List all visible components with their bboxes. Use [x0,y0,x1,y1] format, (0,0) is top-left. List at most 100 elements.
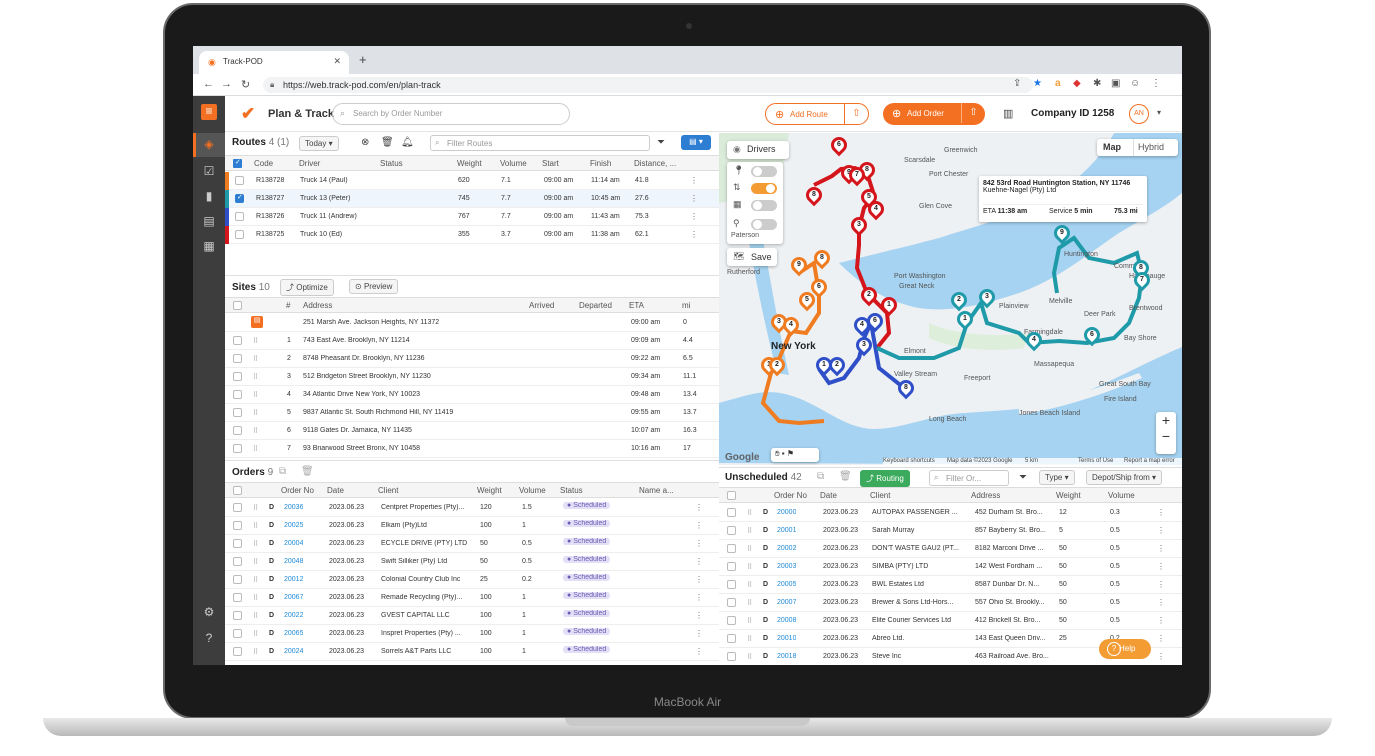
splitter[interactable] [225,460,719,461]
routing-button[interactable]: ⤴ Routing [860,470,910,487]
order-checkbox[interactable] [727,526,736,535]
zoom-in-button[interactable]: + [1156,412,1176,428]
more-options-icon[interactable]: ⋮ [690,230,698,239]
order-number-link[interactable]: 20003 [777,563,796,570]
more-options-icon[interactable]: ⋮ [1157,508,1165,517]
order-checkbox[interactable] [233,575,242,584]
drag-handle-icon[interactable]: ⠿ [747,635,752,643]
table-row[interactable]: ⠿ D 20005 2023.06.23 BWL Estates Ltd 8587 Dun… [719,576,1182,594]
order-checkbox[interactable] [233,521,242,530]
site-checkbox[interactable] [233,372,242,381]
drag-handle-icon[interactable]: ⠿ [747,545,752,553]
more-options-icon[interactable]: ⋮ [1157,598,1165,607]
delete-trash-icon[interactable]: 🗑︎ [301,466,314,477]
delete-trash-icon[interactable]: 🗑︎ [839,471,852,482]
table-row[interactable]: ⠿ D 20001 2023.06.23 Sarah Murray 857 Bayberr… [719,522,1182,540]
order-number-link[interactable]: 20007 [777,599,796,606]
share-icon[interactable]: ⇪ [1013,78,1021,89]
order-checkbox[interactable] [727,562,736,571]
delete-trash-icon[interactable]: 🗑︎ [381,137,394,148]
toggle-routes[interactable] [751,183,777,194]
site-checkbox[interactable] [233,390,242,399]
profile-icon[interactable]: ☺ [1130,78,1140,89]
columns-icon[interactable]: ▥ [1003,107,1013,120]
more-options-icon[interactable]: ⋮ [1157,526,1165,535]
toggle-locations[interactable] [751,219,777,230]
route-checkbox[interactable] [235,193,244,203]
zoom-out-button[interactable]: − [1156,428,1176,444]
order-number-link[interactable]: 20067 [284,594,303,601]
order-number-link[interactable]: 20065 [284,630,303,637]
table-row[interactable]: ⠿ D 20012 2023.06.23 Colonial Country Club I… [225,571,719,589]
export-button[interactable]: ▤ ▾ [681,135,711,150]
more-options-icon[interactable]: ⋮ [695,611,703,620]
bookmark-star-icon[interactable]: ★ [1033,78,1042,89]
reload-icon[interactable]: ↻ [241,78,250,91]
table-row[interactable]: ⠿ D 20067 2023.06.23 Remade Recycling (Pty).… [225,589,719,607]
keyboard-shortcuts-link[interactable]: Keyboard shortcuts [883,458,935,464]
order-number-link[interactable]: 20012 [284,576,303,583]
table-row[interactable]: ⠿ 4 34 Atlantic Drive New York, NY 10023 09… [225,386,719,404]
drag-handle-icon[interactable]: ⠿ [253,355,258,363]
chevron-down-icon[interactable]: ▾ [1157,108,1161,117]
reports-chart-icon[interactable]: ▮ [201,189,217,205]
route-checkbox[interactable] [235,176,244,185]
filter-routes-input[interactable]: ⌕ Filter Routes [430,135,650,151]
order-number-link[interactable]: 20004 [284,540,303,547]
table-row[interactable]: ⠿ D 20025 2023.06.23 Elkam (Pty)Ltd 100 1 ● Sch… [225,517,719,535]
order-checkbox[interactable] [233,647,242,656]
select-all-checkbox[interactable] [233,301,242,310]
drag-handle-icon[interactable]: ⠿ [747,509,752,517]
vehicles-icon[interactable]: ▤ [201,214,217,230]
drag-handle-icon[interactable]: ⠿ [747,581,752,589]
order-checkbox[interactable] [727,616,736,625]
orders-icon[interactable]: ☑ [201,164,217,180]
terms-link[interactable]: Terms of Use [1078,458,1113,464]
back-icon[interactable]: ← [203,78,214,90]
drag-handle-icon[interactable]: ⠿ [253,630,258,638]
table-row[interactable]: ⠿ 3 512 Bridgeton Street Brooklyn, NY 1123… [225,368,719,386]
drag-handle-icon[interactable]: ⠿ [747,563,752,571]
table-row[interactable]: ▤ 251 Marsh Ave. Jackson Heights, NY 1137… [225,314,719,332]
order-checkbox[interactable] [727,634,736,643]
drag-handle-icon[interactable]: ⠿ [747,527,752,535]
funnel-filter-icon[interactable]: ⏷ [1019,472,1027,483]
close-tab-icon[interactable]: ✕ [333,56,341,67]
drag-handle-icon[interactable]: ⠿ [747,653,752,661]
filter-orders-input[interactable]: ⌕ Filter Or... [929,470,1009,486]
order-number-link[interactable]: 20036 [284,504,303,511]
table-row[interactable]: ⠿ D 20036 2023.06.23 Centpret Properties (Pt… [225,499,719,517]
more-options-icon[interactable]: ⋮ [690,176,698,185]
extension-red-icon[interactable]: ◆ [1073,78,1081,89]
table-row[interactable]: ⠿ 2 8748 Pheasant Dr. Brooklyn, NY 11236 09… [225,350,719,368]
more-options-icon[interactable]: ⋮ [695,539,703,548]
table-row[interactable]: ⠿ D 20003 2023.06.23 SIMBA (PTY) LTD 142 West… [719,558,1182,576]
table-row[interactable]: ⠿ 5 9837 Atlantic St. South Richmond Hill,… [225,404,719,422]
drag-handle-icon[interactable]: ⠿ [253,648,258,656]
save-map-button[interactable]: 🗺︎ Save [727,248,777,266]
add-route-button[interactable]: ⊕ Add Route ⇧ [765,103,869,125]
type-select[interactable]: Type ▾ [1039,470,1075,485]
more-options-icon[interactable]: ⋮ [1157,544,1165,553]
help-question-icon[interactable]: ? [201,631,217,647]
route-checkbox[interactable] [235,230,244,239]
table-row[interactable]: R138726 Truck 11 (Andrew) 767 7.7 09:00 am 11… [225,208,719,226]
more-options-icon[interactable]: ⋮ [695,629,703,638]
drag-handle-icon[interactable]: ⠿ [253,594,258,602]
splitter[interactable] [225,275,719,276]
plan-track-icon[interactable]: ◈ [201,137,217,153]
amazon-extension-icon[interactable]: a [1055,78,1061,89]
order-checkbox[interactable] [233,557,242,566]
table-row[interactable]: ⠿ D 20048 2023.06.23 Swift Silliker (Pty) Lt… [225,553,719,571]
site-checkbox[interactable] [233,408,242,417]
order-checkbox[interactable] [727,508,736,517]
more-options-icon[interactable]: ⋮ [1157,634,1165,643]
table-row[interactable]: ⠿ D 20008 2023.06.23 Elite Courier Services … [719,612,1182,630]
order-checkbox[interactable] [233,611,242,620]
hand-icon[interactable]: ✋︎ [775,449,780,458]
upload-icon[interactable]: ⇧ [961,103,985,123]
order-number-link[interactable]: 20002 [777,545,796,552]
help-button[interactable]: Help [1099,639,1151,659]
order-number-link[interactable]: 20048 [284,558,303,565]
copy-icon[interactable]: ⧉ [279,466,286,477]
